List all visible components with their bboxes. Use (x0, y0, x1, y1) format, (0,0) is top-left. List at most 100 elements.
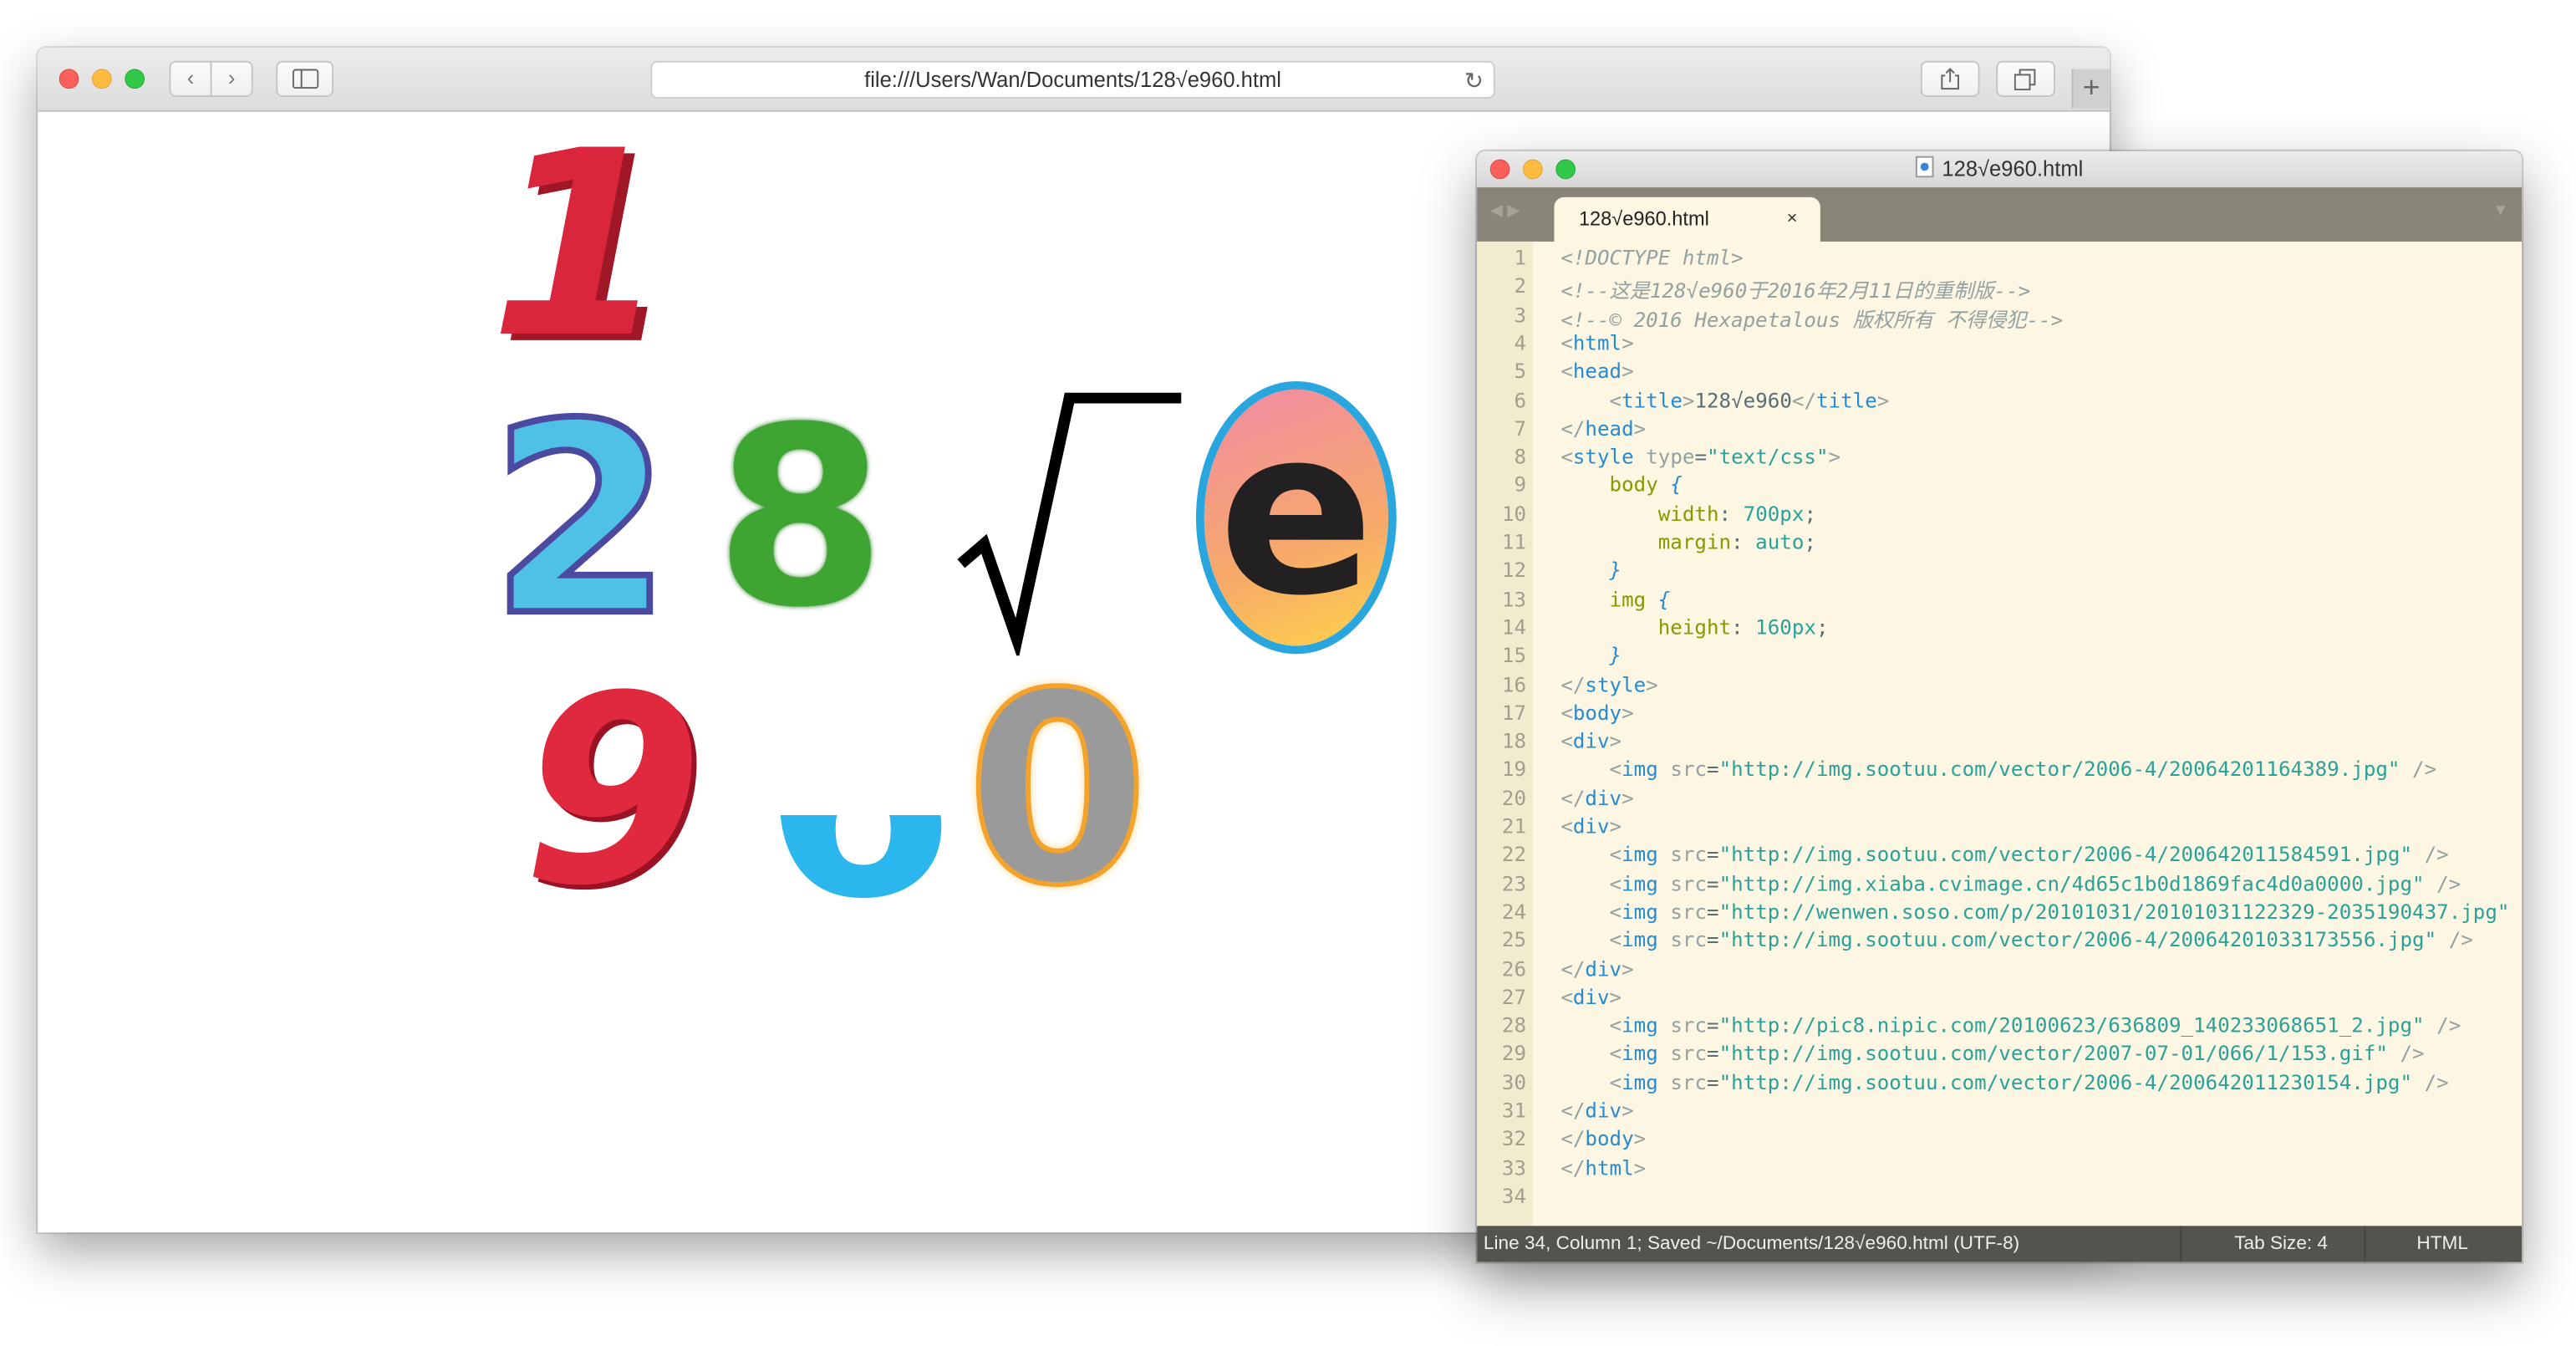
url-text: file:///Users/Wan/Documents/128√e960.htm… (864, 67, 1281, 93)
image-digit-8: 8 (715, 376, 887, 663)
line-number: 15 (1501, 644, 1527, 668)
line-number: 32 (1501, 1127, 1527, 1151)
line-number: 20 (1501, 786, 1527, 810)
desktop: ‹ › file:///Users/Wan/Documents/128√e960… (0, 0, 2576, 1346)
status-bar: Line 34, Column 1; Saved ~/Documents/128… (1477, 1226, 2523, 1262)
code-line: </html> (1560, 1155, 1647, 1180)
line-number: 27 (1501, 985, 1527, 1009)
code-line: <div> (1560, 729, 1622, 753)
tabs-icon (2013, 69, 2036, 91)
close-window-button[interactable] (59, 69, 79, 89)
image-digit-1: 1 (489, 95, 669, 395)
line-number: 26 (1501, 956, 1527, 981)
code-line: <img src="http://img.sootuu.com/vector/2… (1609, 757, 2437, 782)
zoom-window-button[interactable] (125, 69, 145, 89)
code-line: <style type="text/css"> (1560, 445, 1841, 469)
image-digit-0: 0 (964, 635, 1152, 944)
code-line: <body> (1560, 701, 1634, 725)
minimize-window-button[interactable] (92, 69, 112, 89)
editor-title: 128√e960.html (1942, 156, 2084, 181)
line-number: 7 (1514, 416, 1527, 441)
new-tab-button[interactable]: + (2071, 69, 2110, 109)
code-line: } (1609, 558, 1622, 583)
tab-dropdown-icon[interactable]: ▼ (2492, 202, 2508, 221)
code-line: img { (1609, 587, 1671, 611)
tab-bar: ◀ ▶ 128√e960.html × ▼ (1477, 187, 2523, 242)
line-number: 31 (1501, 1099, 1527, 1123)
code-line: <!--© 2016 Hexapetalous 版权所有 不得侵犯--> (1560, 308, 2064, 332)
code-line: height: 160px; (1657, 615, 1829, 640)
line-number: 28 (1501, 1013, 1527, 1038)
code-line: <img src="http://img.sootuu.com/vector/2… (1609, 928, 2473, 952)
code-line: </div> (1560, 786, 1634, 810)
syntax-indicator[interactable]: HTML (2364, 1226, 2468, 1262)
forward-button[interactable]: › (210, 60, 253, 97)
sidebar-icon (291, 69, 318, 89)
code-line: } (1609, 644, 1622, 668)
editor-titlebar: 128√e960.html (1477, 150, 2523, 188)
image-letter-e: e (1198, 386, 1395, 649)
address-bar[interactable]: file:///Users/Wan/Documents/128√e960.htm… (650, 60, 1495, 99)
code-line: </div> (1560, 1099, 1634, 1123)
chevron-right-icon: › (227, 65, 236, 91)
line-number: 14 (1501, 615, 1527, 640)
code-line: <img src="http://img.sootuu.com/vector/2… (1609, 1070, 2449, 1094)
editor-window: 128√e960.html ◀ ▶ 128√e960.html × ▼ 1 <!D… (1477, 150, 2523, 1262)
image-digit-6: 6 (757, 659, 961, 938)
status-position: Line 34, Column 1; Saved ~/Documents/128… (1483, 1234, 2020, 1254)
tab-nav-arrows-icon[interactable]: ◀ ▶ (1490, 202, 1520, 221)
line-number: 22 (1501, 843, 1527, 867)
code-line: <img src="http://img.sootuu.com/vector/2… (1609, 843, 2449, 867)
line-number: 33 (1501, 1155, 1527, 1180)
chevron-left-icon: ‹ (186, 65, 195, 91)
line-number: 12 (1501, 558, 1527, 583)
code-line: <img src="http://pic8.nipic.com/20100623… (1609, 1013, 2461, 1038)
tabs-overview-button[interactable] (1996, 60, 2055, 97)
image-sqrt-sign (957, 392, 1182, 656)
line-number: 29 (1501, 1042, 1527, 1066)
editor-minimize-button[interactable] (1523, 159, 1543, 180)
code-line: </style> (1560, 672, 1658, 696)
sidebar-button[interactable] (276, 60, 334, 97)
code-line: <div> (1560, 985, 1622, 1009)
code-line: <title>128√e960</title> (1609, 388, 1890, 412)
line-number: 16 (1501, 672, 1527, 696)
file-icon (1915, 156, 1934, 178)
line-number: 1 (1514, 246, 1527, 270)
line-number: 25 (1501, 928, 1527, 952)
reload-icon[interactable]: ↻ (1464, 64, 1484, 99)
code-line: <html> (1560, 331, 1634, 355)
line-number: 19 (1501, 757, 1527, 782)
back-button[interactable]: ‹ (169, 60, 212, 97)
editor-zoom-button[interactable] (1555, 159, 1576, 180)
share-icon (1941, 68, 1959, 90)
image-digit-9: 9 (522, 640, 704, 944)
line-number: 18 (1501, 729, 1527, 753)
tab-size-indicator[interactable]: Tab Size: 4 (2180, 1226, 2328, 1262)
tab-128e960-html[interactable]: 128√e960.html × (1554, 196, 1820, 242)
code-line: body { (1609, 473, 1683, 497)
line-number: 4 (1514, 331, 1527, 355)
line-number: 8 (1514, 445, 1527, 469)
line-number: 24 (1501, 900, 1527, 924)
code-line: width: 700px; (1657, 502, 1817, 526)
line-number: 11 (1501, 530, 1527, 554)
plus-icon: + (2082, 70, 2100, 104)
share-button[interactable] (1920, 60, 1980, 97)
line-number: 21 (1501, 814, 1527, 839)
code-line: <head> (1560, 359, 1634, 384)
editor-close-button[interactable] (1489, 159, 1510, 180)
code-line: </body> (1560, 1127, 1647, 1151)
code-line: <img src="http://wenwen.soso.com/p/20101… (1609, 900, 2523, 924)
close-tab-icon[interactable]: × (1787, 197, 1798, 240)
code-line: <!--这是128√e960于2016年2月11日的重制版--> (1560, 279, 2031, 303)
line-number: 10 (1501, 502, 1527, 526)
code-line: <div> (1560, 814, 1622, 839)
code-line: <!DOCTYPE html> (1560, 246, 1744, 270)
code-line: <img src="http://img.sootuu.com/vector/2… (1609, 1042, 2425, 1066)
line-number: 9 (1514, 473, 1527, 497)
line-number: 13 (1501, 587, 1527, 611)
line-number: 3 (1514, 303, 1527, 327)
line-number: 17 (1501, 701, 1527, 725)
tab-label: 128√e960.html (1578, 206, 1709, 231)
